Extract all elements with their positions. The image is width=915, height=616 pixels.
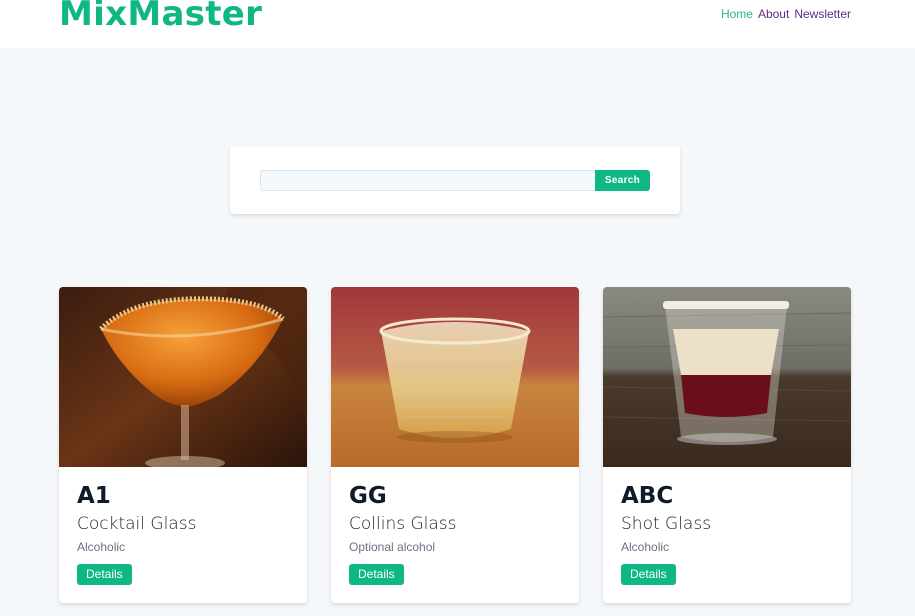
brand-logo[interactable]: MixMaster <box>59 0 262 34</box>
nav-about-link[interactable]: About <box>758 7 789 21</box>
cocktail-image <box>603 287 851 467</box>
details-button[interactable]: Details <box>621 564 676 585</box>
glass-type: Cocktail Glass <box>77 514 197 534</box>
glass-type: Shot Glass <box>621 514 712 534</box>
details-button[interactable]: Details <box>77 564 132 585</box>
search-input[interactable] <box>260 170 596 191</box>
cocktail-name: A1 <box>77 483 111 509</box>
cocktail-card: GG Collins Glass Optional alcohol Detail… <box>331 287 579 603</box>
cocktail-image <box>59 287 307 467</box>
glass-type: Collins Glass <box>349 514 457 534</box>
details-button[interactable]: Details <box>349 564 404 585</box>
search-form: Search <box>230 146 680 214</box>
nav-links: Home About Newsletter <box>721 7 851 21</box>
cocktail-name: ABC <box>621 483 674 509</box>
cocktail-image <box>331 287 579 467</box>
nav-newsletter-link[interactable]: Newsletter <box>794 7 851 21</box>
cocktail-name: GG <box>349 483 387 509</box>
nav-home-link[interactable]: Home <box>721 7 753 21</box>
cocktail-card: ABC Shot Glass Alcoholic Details <box>603 287 851 603</box>
alcoholic-info: Alcoholic <box>621 540 670 554</box>
alcoholic-info: Optional alcohol <box>349 540 436 554</box>
navbar: MixMaster Home About Newsletter <box>0 0 915 48</box>
search-button[interactable]: Search <box>595 170 650 191</box>
alcoholic-info: Alcoholic <box>77 540 126 554</box>
cocktail-card: A1 Cocktail Glass Alcoholic Details <box>59 287 307 603</box>
